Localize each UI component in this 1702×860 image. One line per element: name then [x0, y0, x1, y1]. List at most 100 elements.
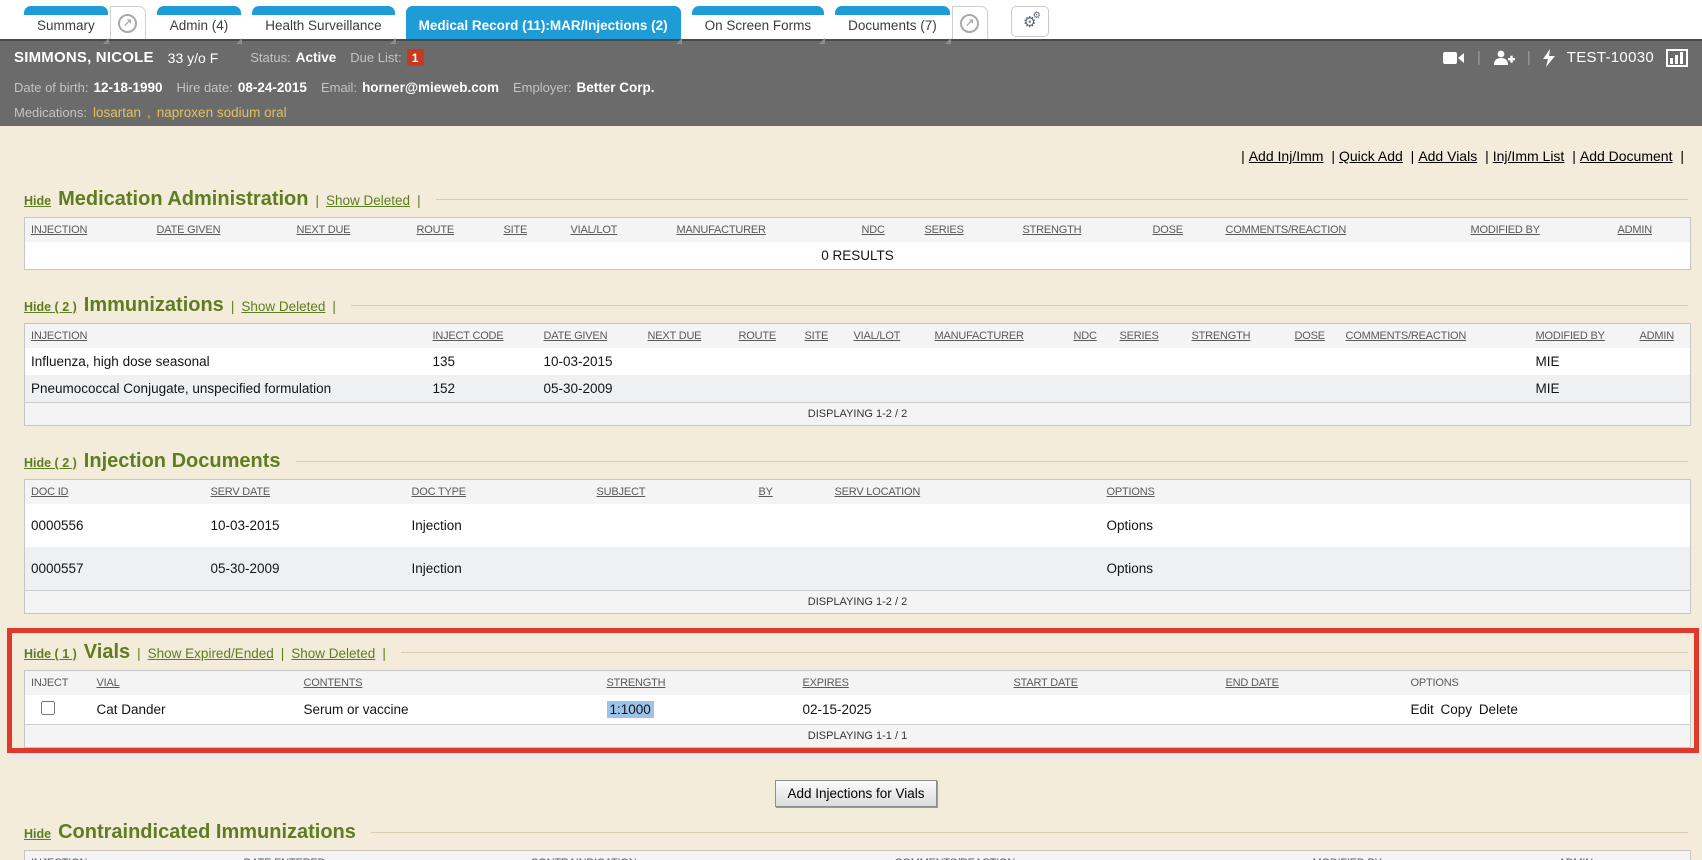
column-header[interactable]: MODIFIED BY: [1530, 324, 1634, 349]
column-header[interactable]: DOSE: [1289, 324, 1340, 349]
add-document-link[interactable]: Add Document: [1580, 148, 1673, 164]
medication-link[interactable]: naproxen sodium oral: [157, 105, 287, 120]
email-label: Email:: [321, 80, 357, 95]
column-header[interactable]: STRENGTH: [601, 671, 797, 696]
column-header[interactable]: SERIES: [1114, 324, 1186, 349]
column-header[interactable]: DATE GIVEN: [538, 324, 642, 349]
tab-summary[interactable]: Summary: [24, 6, 108, 39]
column-header[interactable]: VIAL/LOT: [848, 324, 929, 349]
column-header[interactable]: COMMENTS/REACTION: [1340, 324, 1530, 349]
summary-popout-button[interactable]: ↗: [110, 6, 146, 39]
column-header[interactable]: VIAL/LOT: [565, 218, 671, 243]
show-deleted-link[interactable]: Show Deleted: [326, 193, 410, 208]
column-header[interactable]: SUBJECT: [591, 480, 753, 505]
column-header[interactable]: STRENGTH: [1017, 218, 1147, 243]
hide-link[interactable]: Hide ( 2 ): [24, 300, 77, 314]
edit-link[interactable]: Edit: [1411, 702, 1434, 717]
options-link[interactable]: Options: [1107, 561, 1154, 576]
documents-popout-button[interactable]: ↗: [952, 6, 988, 39]
column-header[interactable]: DATE GIVEN: [151, 218, 291, 243]
inj-imm-list-link[interactable]: Inj/Imm List: [1493, 148, 1565, 164]
column-header[interactable]: CONTRAINDICATION: [525, 851, 889, 860]
column-header[interactable]: INJECTION: [25, 851, 238, 860]
column-header[interactable]: DOC TYPE: [406, 480, 591, 505]
flowsheet-chart-icon[interactable]: [1666, 49, 1688, 67]
column-header[interactable]: MANUFACTURER: [929, 324, 1068, 349]
column-header[interactable]: INJECTION: [25, 218, 151, 243]
separator: |: [137, 646, 141, 661]
column-header[interactable]: BY: [753, 480, 829, 505]
show-deleted-link[interactable]: Show Deleted: [291, 646, 375, 661]
column-header[interactable]: ROUTE: [411, 218, 498, 243]
copy-link[interactable]: Copy: [1441, 702, 1473, 717]
table-row: 0000557 05-30-2009 Injection Options: [25, 547, 1691, 591]
column-header[interactable]: START DATE: [1008, 671, 1220, 696]
delete-link[interactable]: Delete: [1479, 702, 1518, 717]
column-header[interactable]: SERV DATE: [205, 480, 406, 505]
column-header[interactable]: COMMENTS/REACTION: [889, 851, 1307, 860]
column-header[interactable]: ADMIN: [1634, 324, 1691, 349]
column-header[interactable]: MODIFIED BY: [1465, 218, 1612, 243]
column-header[interactable]: ADMIN: [1553, 851, 1691, 860]
column-header[interactable]: OPTIONS: [1101, 480, 1691, 505]
tab-documents[interactable]: Documents (7): [835, 6, 950, 39]
column-header[interactable]: MANUFACTURER: [671, 218, 856, 243]
add-person-icon[interactable]: [1493, 50, 1515, 66]
column-header[interactable]: MODIFIED BY: [1307, 851, 1553, 860]
banner-row-1: SIMMONS, NICOLE 33 y/o F Status: Active …: [14, 41, 1688, 74]
separator: ,: [147, 105, 151, 120]
column-header[interactable]: SITE: [498, 218, 565, 243]
banner-icons: | | TEST-10030: [1443, 49, 1688, 67]
video-camera-icon[interactable]: [1443, 51, 1465, 65]
show-deleted-link[interactable]: Show Deleted: [241, 299, 325, 314]
vials-actions: Add Injections for Vials: [24, 780, 1688, 807]
column-header[interactable]: NEXT DUE: [291, 218, 411, 243]
column-header[interactable]: ROUTE: [733, 324, 799, 349]
hide-link[interactable]: Hide ( 1 ): [24, 647, 77, 661]
column-header[interactable]: COMMENTS/REACTION: [1220, 218, 1465, 243]
show-expired-ended-link[interactable]: Show Expired/Ended: [148, 646, 274, 661]
hide-link[interactable]: Hide: [24, 827, 51, 841]
column-header[interactable]: DOC ID: [25, 480, 205, 505]
column-header[interactable]: NDC: [856, 218, 919, 243]
column-header[interactable]: CONTENTS: [298, 671, 601, 696]
column-header[interactable]: DOSE: [1147, 218, 1220, 243]
column-header[interactable]: NEXT DUE: [642, 324, 733, 349]
column-header[interactable]: ADMIN: [1612, 218, 1691, 243]
vials-table: INJECT VIAL CONTENTS STRENGTH EXPIRES ST…: [24, 670, 1691, 748]
column-header[interactable]: INJECT CODE: [427, 324, 538, 349]
employer-label: Employer:: [513, 80, 572, 95]
vial-contents: Serum or vaccine: [298, 695, 601, 725]
column-header[interactable]: SERV LOCATION: [829, 480, 1101, 505]
quick-add-link[interactable]: Quick Add: [1339, 148, 1403, 164]
add-vials-link[interactable]: Add Vials: [1418, 148, 1477, 164]
column-header[interactable]: INJECTION: [25, 324, 427, 349]
tab-health-surveillance[interactable]: Health Surveillance: [252, 6, 394, 39]
column-header[interactable]: SERIES: [919, 218, 1017, 243]
column-header[interactable]: DATE ENTERED: [238, 851, 525, 860]
tab-on-screen-forms[interactable]: On Screen Forms: [692, 6, 825, 39]
column-header[interactable]: NDC: [1068, 324, 1114, 349]
column-header[interactable]: SITE: [799, 324, 848, 349]
add-injections-for-vials-button[interactable]: Add Injections for Vials: [775, 780, 936, 807]
empty-results-message: 0 RESULTS: [25, 242, 1691, 270]
inject-checkbox[interactable]: [41, 701, 55, 715]
settings-button[interactable]: ⚙ ⚙: [1011, 6, 1049, 37]
options-link[interactable]: Options: [1107, 518, 1154, 533]
hide-link[interactable]: Hide: [24, 194, 51, 208]
vial-start-date: [1008, 695, 1220, 725]
hide-link[interactable]: Hide ( 2 ): [24, 456, 77, 470]
paging-status: DISPLAYING 1-2 / 2: [25, 403, 1691, 426]
due-list-badge[interactable]: 1: [407, 49, 424, 66]
inject-code: 135: [427, 348, 538, 375]
column-header[interactable]: EXPIRES: [797, 671, 1008, 696]
tab-medical-record[interactable]: Medical Record (11):MAR/Injections (2): [406, 6, 681, 39]
hire-date-label: Hire date:: [177, 80, 233, 95]
column-header[interactable]: VIAL: [91, 671, 298, 696]
add-inj-imm-link[interactable]: Add Inj/Imm: [1249, 148, 1324, 164]
column-header[interactable]: END DATE: [1220, 671, 1405, 696]
tab-admin[interactable]: Admin (4): [157, 6, 242, 39]
medication-link[interactable]: losartan: [93, 105, 141, 120]
column-header[interactable]: STRENGTH: [1186, 324, 1289, 349]
lightning-icon[interactable]: [1543, 49, 1555, 67]
